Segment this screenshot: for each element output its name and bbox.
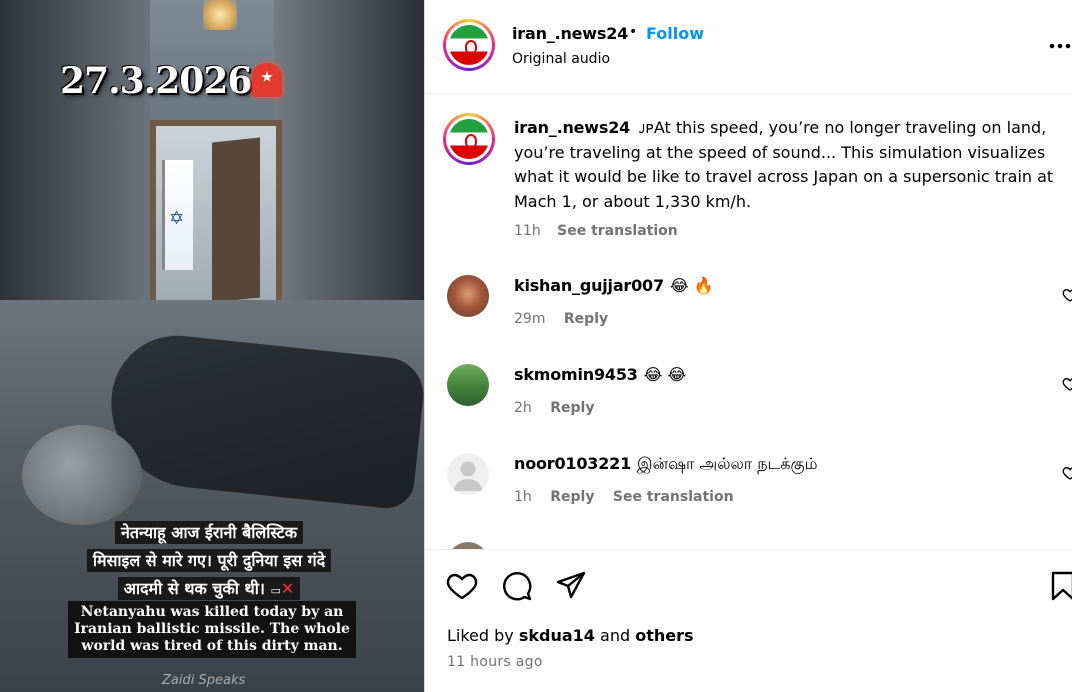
media-figure-head xyxy=(22,425,142,525)
media-caption-hindi-line: मिसाइल से मारे गए। पूरी दुनिया इस गंदे xyxy=(86,549,332,572)
see-translation-button[interactable]: See translation xyxy=(613,489,734,505)
comment-line: skmomin9453 😂 😂 xyxy=(514,365,686,384)
reply-button[interactable]: Reply xyxy=(550,489,594,505)
media-date-overlay: 27.3.2026 xyxy=(60,60,252,102)
liked-prefix: Liked by xyxy=(447,626,514,645)
author-username[interactable]: iran_.news24 xyxy=(512,24,628,43)
post-media[interactable]: ✡ 27.3.2026 नेतन्याहू आज ईरानी बैलिस्टिक… xyxy=(0,0,424,692)
comment-like-heart-icon[interactable] xyxy=(1062,465,1072,481)
liked-others-link[interactable]: others xyxy=(635,626,693,645)
comment-item: noor0103221 இன்ஷா அல்லா நடக்கும் 1h Reply… xyxy=(425,453,1072,533)
post-timestamp[interactable]: 11 hours ago xyxy=(447,654,543,670)
liked-and: and xyxy=(600,626,631,645)
reply-button[interactable]: Reply xyxy=(550,400,594,416)
comment-avatar[interactable] xyxy=(447,275,489,317)
liked-by: Liked by skdua14 and others xyxy=(447,626,694,645)
media-flag: ✡ xyxy=(162,160,193,270)
media-caption-hindi-line: नेतन्याहू आज ईरानी बैलिस्टिक xyxy=(115,521,303,544)
comment-username[interactable]: kishan_gujjar007 xyxy=(514,276,664,295)
comment-text: 😂 😂 xyxy=(643,365,687,384)
comment-line: noor0103221 இன்ஷா அல்லா நடக்கும் xyxy=(514,454,817,475)
separator-dot: • xyxy=(629,24,638,40)
media-door xyxy=(212,137,260,303)
heart-icon[interactable] xyxy=(446,570,478,602)
comment-meta: 1h Reply See translation xyxy=(514,489,734,505)
comment-username[interactable]: skmomin9453 xyxy=(514,365,638,384)
iran-flag-icon xyxy=(449,119,489,159)
see-translation-button[interactable]: See translation xyxy=(557,223,678,239)
caption-username[interactable]: iran_.news24 xyxy=(514,118,630,137)
iran-flag-icon xyxy=(449,25,489,65)
caption-meta: 11h See translation xyxy=(514,223,678,239)
post-panel: iran_.news24 • Follow Original audio ira… xyxy=(424,0,1072,692)
comment-like-heart-icon[interactable] xyxy=(1062,287,1072,303)
comment-text: 😂 🔥 xyxy=(669,276,714,295)
comment-like-heart-icon[interactable] xyxy=(1062,376,1072,392)
post-actions: Liked by skdua14 and others 11 hours ago xyxy=(425,549,1072,692)
media-caption-hindi: नेतन्याहू आज ईरानी बैलिस्टिक मिसाइल से म… xyxy=(58,519,360,605)
reply-button[interactable]: Reply xyxy=(564,311,608,327)
comment-username[interactable]: noor0103221 xyxy=(514,454,631,473)
media-caption-hindi-line: आदमी से थक चुकी थी। ▭✕ xyxy=(117,577,301,600)
comment-meta: 29m Reply xyxy=(514,311,608,327)
bookmark-icon[interactable] xyxy=(1047,570,1072,602)
more-options-icon[interactable] xyxy=(1049,30,1071,55)
comment-time: 2h xyxy=(514,400,532,416)
siren-icon xyxy=(252,63,282,97)
caption-author-avatar[interactable] xyxy=(443,113,495,165)
comment-time: 29m xyxy=(514,311,546,327)
caption-time[interactable]: 11h xyxy=(514,223,541,239)
comment-line: kishan_gujjar007 😂 🔥 xyxy=(514,276,714,295)
follow-button[interactable]: Follow xyxy=(646,24,704,43)
comment-item: skmomin9453 😂 😂 2h Reply xyxy=(425,364,1072,444)
comment-item: kishan_gujjar007 😂 🔥 29m Reply xyxy=(425,275,1072,355)
share-icon[interactable] xyxy=(555,570,587,602)
media-lamp xyxy=(203,0,237,30)
caption-text-block: iran_.news24 ᴊᴘAt this speed, you’re no … xyxy=(514,116,1069,214)
author-avatar[interactable] xyxy=(443,19,495,71)
comment-avatar[interactable] xyxy=(447,364,489,406)
comment-text: இன்ஷா அல்லா நடக்கும் xyxy=(637,454,818,473)
israel-flag-icon: ▭ xyxy=(270,584,281,597)
liked-user-link[interactable]: skdua14 xyxy=(519,626,595,645)
comment-icon[interactable] xyxy=(501,570,533,602)
comment-meta: 2h Reply xyxy=(514,400,594,416)
default-avatar-icon[interactable] xyxy=(447,453,489,495)
media-caption-hindi-text: आदमी से थक चुकी थी। xyxy=(123,579,265,598)
audio-label[interactable]: Original audio xyxy=(512,51,610,67)
media-watermark: Zaidi Speaks xyxy=(162,673,246,688)
media-caption-english: Netanyahu was killed today by an Iranian… xyxy=(68,601,356,658)
cross-mark-icon: ✕ xyxy=(280,579,295,598)
comment-time: 1h xyxy=(514,489,532,505)
post-header: iran_.news24 • Follow Original audio xyxy=(425,0,1072,94)
